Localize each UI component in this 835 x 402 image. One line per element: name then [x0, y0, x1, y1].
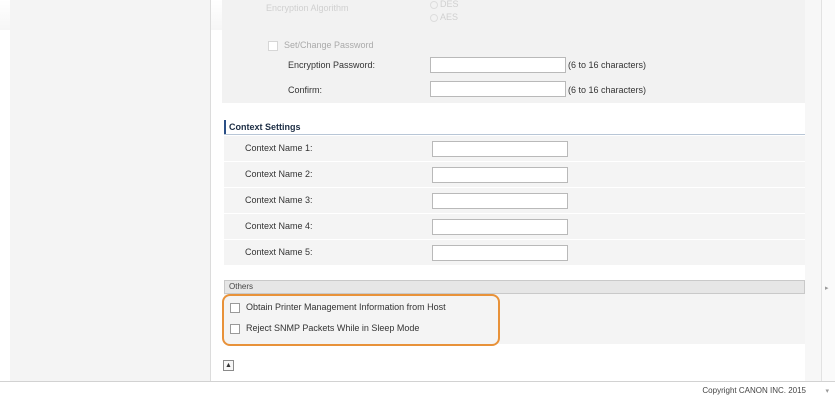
confirm-label: Confirm:: [288, 85, 323, 95]
aes-option-label: AES: [440, 12, 459, 22]
confirm-password-input[interactable]: [430, 81, 566, 97]
encryption-algorithm-label: Encryption Algorithm: [266, 3, 349, 13]
others-header: Others: [224, 280, 805, 294]
context-name-4-input[interactable]: [432, 219, 568, 235]
right-margin-pane: [805, 0, 821, 381]
vertical-scrollbar[interactable]: ▸: [821, 0, 835, 381]
context-name-row: Context Name 1:: [224, 136, 805, 162]
context-name-2-label: Context Name 2:: [245, 169, 313, 179]
set-change-password-checkbox[interactable]: [268, 41, 278, 51]
callout-highlight-box: [222, 294, 500, 346]
scroll-down-icon[interactable]: ▾: [825, 387, 829, 395]
context-name-3-label: Context Name 3:: [245, 195, 313, 205]
scroll-marker-icon: ▸: [825, 285, 829, 292]
others-title: Others: [229, 282, 254, 291]
confirm-password-hint: (6 to 16 characters): [568, 85, 647, 95]
context-name-row: Context Name 4:: [224, 214, 805, 240]
main-content: Encryption Algorithm DES AES Set/Change …: [222, 0, 805, 381]
context-name-1-label: Context Name 1:: [245, 143, 313, 153]
context-settings-header: Context Settings: [224, 120, 805, 135]
encryption-password-label: Encryption Password:: [288, 60, 376, 70]
section-accent-bar: [224, 120, 226, 134]
footer: Copyright CANON INC. 2015 ▾: [0, 381, 835, 402]
context-name-2-input[interactable]: [432, 167, 568, 183]
context-name-5-input[interactable]: [432, 245, 568, 261]
context-name-1-input[interactable]: [432, 141, 568, 157]
aes-radio: [430, 14, 438, 22]
set-change-password-label: Set/Change Password: [284, 40, 374, 50]
context-name-3-input[interactable]: [432, 193, 568, 209]
context-name-4-label: Context Name 4:: [245, 221, 313, 231]
des-option-label: DES: [440, 0, 459, 9]
context-name-row: Context Name 2:: [224, 162, 805, 188]
context-settings-title: Context Settings: [229, 122, 301, 132]
context-name-row: Context Name 3:: [224, 188, 805, 214]
encryption-settings-box: Encryption Algorithm DES AES Set/Change …: [222, 0, 805, 103]
context-name-5-label: Context Name 5:: [245, 247, 313, 257]
des-radio: [430, 1, 438, 9]
copyright-text: Copyright CANON INC. 2015: [702, 386, 806, 395]
encryption-password-hint: (6 to 16 characters): [568, 60, 647, 70]
to-top-icon[interactable]: ▲: [223, 360, 234, 371]
encryption-password-input[interactable]: [430, 57, 566, 73]
context-name-row: Context Name 5:: [224, 240, 805, 266]
left-navigation-pane: [10, 0, 211, 381]
